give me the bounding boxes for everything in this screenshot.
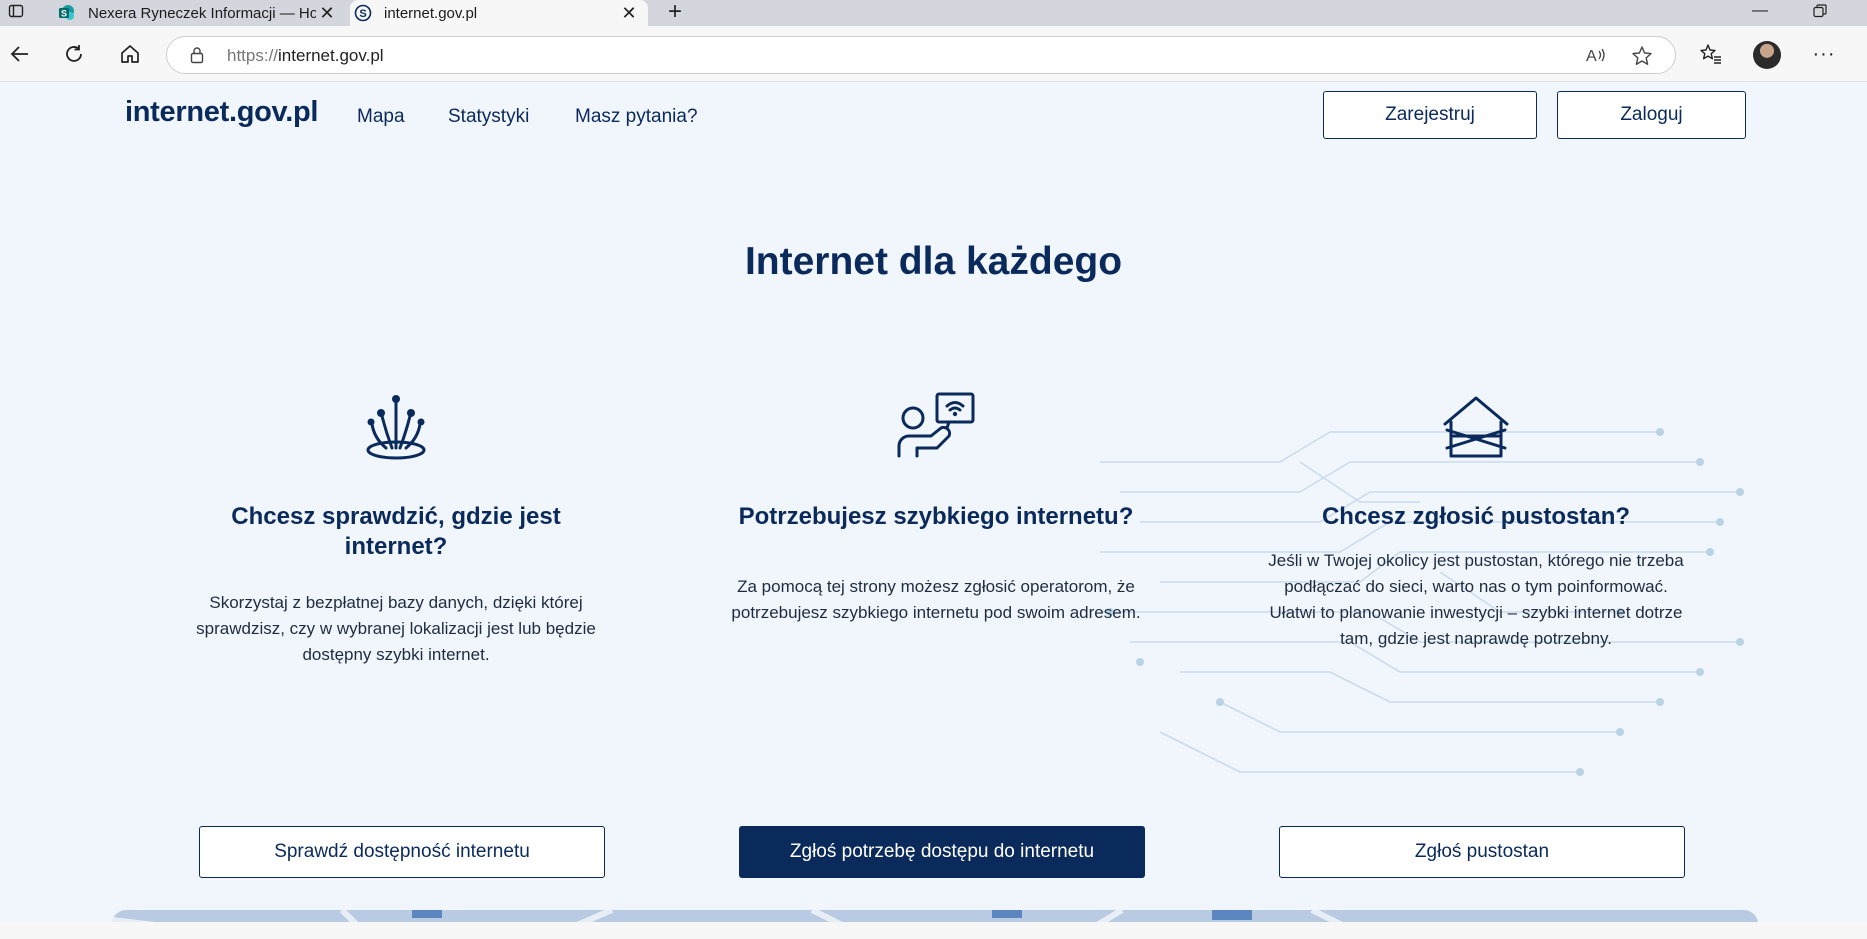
hero-title: Internet dla każdego xyxy=(744,240,1123,283)
sharepoint-icon: S xyxy=(58,4,76,22)
web-page: internet.gov.pl Mapa Statystyki Masz pyt… xyxy=(0,82,1867,922)
url-host: internet.gov.pl xyxy=(278,46,384,65)
fiber-optic-icon xyxy=(186,392,606,462)
svg-text:A: A xyxy=(1586,48,1597,65)
home-icon[interactable] xyxy=(114,38,146,70)
tab-title: internet.gov.pl xyxy=(384,4,478,22)
nav-link-statystyki[interactable]: Statystyki xyxy=(448,106,529,128)
map-preview[interactable] xyxy=(112,910,1758,922)
status-area xyxy=(0,922,1867,939)
read-aloud-icon[interactable]: A xyxy=(1585,45,1607,70)
card-description: Skorzystaj z bezpłatnej bazy danych, dzi… xyxy=(196,593,596,664)
report-vacant-button[interactable]: Zgłoś pustostan xyxy=(1279,826,1685,878)
boarded-house-icon xyxy=(1266,392,1686,462)
card-title: Chcesz sprawdzić, gdzie jest internet? xyxy=(231,503,561,560)
register-button[interactable]: Zarejestruj xyxy=(1323,91,1537,139)
close-tab-icon[interactable]: ✕ xyxy=(316,3,338,24)
site-favicon-icon: S xyxy=(354,4,372,22)
nav-link-mapa[interactable]: Mapa xyxy=(357,106,405,128)
svg-text:S: S xyxy=(359,8,366,20)
tab-title: Nexera Ryneczek Informacji — Ho xyxy=(88,4,316,22)
close-tab-icon[interactable]: ✕ xyxy=(618,3,640,24)
profile-avatar[interactable] xyxy=(1753,41,1781,69)
restore-icon[interactable] xyxy=(1800,0,1840,22)
login-button[interactable]: Zaloguj xyxy=(1557,91,1746,139)
url-protocol: https:// xyxy=(227,46,279,65)
minimize-icon[interactable]: — xyxy=(1740,0,1780,22)
address-bar[interactable]: https://internet.gov.pl A xyxy=(166,36,1676,74)
card-title: Potrzebujesz szybkiego internetu? xyxy=(738,503,1134,530)
card-title: Chcesz zgłosić pustostan? xyxy=(1321,503,1631,530)
card-description: Za pomocą tej strony możesz zgłosić oper… xyxy=(731,577,1141,622)
svg-text:S: S xyxy=(61,9,67,19)
refresh-icon[interactable] xyxy=(58,38,90,70)
back-icon[interactable] xyxy=(4,38,36,70)
favorite-star-icon[interactable] xyxy=(1631,45,1653,72)
browser-tab-bar: S Nexera Ryneczek Informacji — Ho ✕ S in… xyxy=(0,0,1867,26)
lock-icon[interactable] xyxy=(189,46,205,69)
person-wifi-sign-icon xyxy=(726,392,1146,462)
favorites-icon[interactable] xyxy=(1695,38,1727,70)
nav-link-faq[interactable]: Masz pytania? xyxy=(575,106,698,128)
browser-tab-nexera[interactable]: S Nexera Ryneczek Informacji — Ho ✕ xyxy=(54,0,346,26)
tab-actions-icon[interactable] xyxy=(4,0,28,22)
browser-tab-internet-gov[interactable]: S internet.gov.pl ✕ xyxy=(350,0,648,26)
site-logo[interactable]: internet.gov.pl xyxy=(125,96,318,129)
browser-toolbar: https://internet.gov.pl A ··· xyxy=(0,26,1867,82)
more-options-icon[interactable]: ··· xyxy=(1808,38,1840,70)
card-description: Jeśli w Twojej okolicy jest pustostan, k… xyxy=(1268,551,1684,648)
report-need-button[interactable]: Zgłoś potrzebę dostępu do internetu xyxy=(739,826,1145,878)
check-availability-button[interactable]: Sprawdź dostępność internetu xyxy=(199,826,605,878)
new-tab-icon[interactable]: + xyxy=(662,0,688,26)
url-text: https://internet.gov.pl xyxy=(227,46,384,66)
